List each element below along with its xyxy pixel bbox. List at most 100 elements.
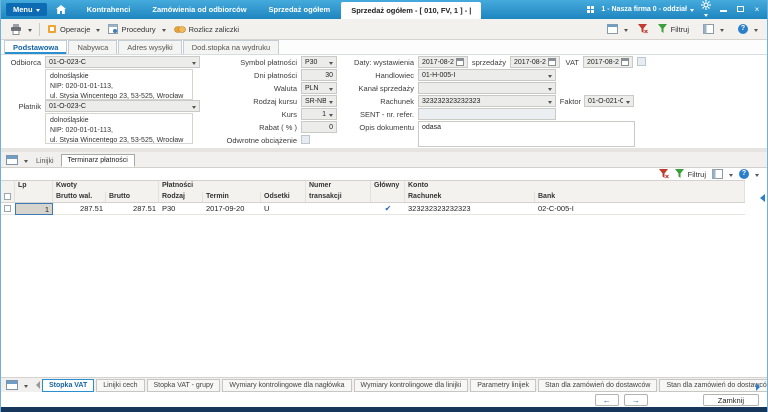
select-all-checkbox-cell[interactable] — [1, 192, 15, 202]
col-bank[interactable]: Bank — [535, 192, 745, 202]
layout-button[interactable] — [699, 22, 728, 36]
colgroup-platnosci[interactable]: Płatności — [159, 181, 306, 192]
cell-transakcji[interactable] — [306, 203, 371, 215]
cell-brutto[interactable]: 287.51 — [106, 203, 159, 215]
tab-adres-wysylki[interactable]: Adres wysyłki — [118, 40, 182, 54]
menu-button[interactable]: Menu — [6, 3, 47, 16]
clear-filter-icon[interactable] — [637, 24, 648, 34]
tab-podstawowa[interactable]: Podstawowa — [4, 40, 68, 54]
col-lp[interactable]: Lp — [15, 181, 53, 192]
calendar-icon[interactable] — [621, 58, 629, 66]
kanal-sprzedazy-select[interactable] — [418, 82, 556, 94]
document-header-form: Odbiorca 01-O-023-C dolnośląskie NIP: 02… — [1, 55, 767, 148]
colgroup-numer[interactable]: Numer — [306, 181, 371, 192]
bottom-dock-button[interactable] — [4, 380, 30, 390]
opis-dokumentu-textarea[interactable]: odasa — [418, 121, 635, 147]
tab-linijki-cech[interactable]: Linijki cech — [96, 378, 145, 392]
col-brutto[interactable]: Brutto — [106, 192, 159, 202]
close-window-button[interactable]: × — [752, 5, 762, 15]
collapse-panel-chevron-icon[interactable] — [756, 194, 765, 202]
tab-parametry-linijek[interactable]: Parametry linijek — [470, 378, 536, 392]
odwrotne-obciazenie-checkbox[interactable] — [301, 135, 310, 144]
rodzaj-kursu-label: Rodzaj kursu — [253, 97, 297, 106]
row-checkbox-cell[interactable] — [1, 203, 15, 215]
table-row[interactable]: 1 287.51 287.51 P30 2017-09-20 U ✔ 32323… — [1, 202, 745, 215]
nav-tab-sprzedaz[interactable]: Sprzedaż ogółem — [258, 5, 342, 14]
home-icon[interactable] — [55, 5, 66, 14]
tab-stopka-vat[interactable]: Stopka VAT — [42, 378, 95, 392]
grid-clear-filter-icon[interactable] — [658, 169, 669, 179]
rachunek-select[interactable]: 323232323232323 — [418, 95, 556, 107]
grid-filter-button[interactable]: Filtruj — [674, 169, 706, 179]
data-sprzedazy-field[interactable]: 2017-08-21 — [510, 56, 560, 68]
tab-linijki[interactable]: Linijki — [30, 156, 60, 167]
tab-wymiary-linijki[interactable]: Wymiary kontrolingowe dla linijki — [353, 378, 469, 392]
colgroup-konto[interactable]: Konto — [405, 181, 745, 192]
grid-layout-button[interactable] — [712, 169, 733, 179]
grid-toolbar: Filtruj ? — [658, 169, 759, 179]
col-odsetki[interactable]: Odsetki — [261, 192, 306, 202]
data-wystawienia-field[interactable]: 2017-08-21 — [418, 56, 468, 68]
prev-document-button[interactable]: ← — [594, 393, 619, 406]
colgroup-kwoty[interactable]: Kwoty — [53, 181, 159, 192]
tab-dod-stopka[interactable]: Dod.stopka na wydruku — [182, 40, 280, 54]
rozlicz-zaliczki-button[interactable]: Rozlicz zaliczki — [170, 23, 243, 36]
row-checkbox[interactable] — [4, 205, 11, 213]
procedury-button[interactable]: Procedury — [104, 22, 169, 36]
cell-odsetki[interactable]: U — [261, 203, 306, 215]
minimize-button[interactable] — [718, 5, 728, 15]
operacje-button[interactable]: Operacje — [43, 22, 104, 36]
odbiorca-select[interactable]: 01-O-023-C — [45, 56, 200, 68]
tab-stan-zamowien-dowod[interactable]: Stan dla zamówień do dostawców (dla dowo… — [659, 378, 767, 392]
calendar-icon[interactable] — [456, 58, 464, 66]
scroll-tabs-left-icon[interactable] — [32, 381, 40, 389]
tab-nabywca[interactable]: Nabywca — [68, 40, 118, 54]
print-button[interactable] — [6, 22, 36, 37]
vat-checkbox[interactable] — [637, 57, 646, 66]
active-document-tab[interactable]: Sprzedaż ogółem - [ 010, FV, 1 ] - | — [341, 2, 482, 19]
cell-rachunek[interactable]: 323232323232323 — [405, 203, 535, 215]
apps-grid-icon[interactable] — [587, 6, 595, 13]
col-rodzaj[interactable]: Rodzaj — [159, 192, 203, 202]
coins-icon — [173, 25, 186, 33]
sent-field[interactable] — [418, 108, 556, 120]
col-brutto-wal[interactable]: Brutto wal. — [53, 192, 106, 202]
tab-wymiary-naglowka[interactable]: Wymiary kontrolingowe dla nagłówka — [222, 378, 352, 392]
layout-icon — [703, 24, 714, 34]
cell-rodzaj[interactable]: P30 — [159, 203, 203, 215]
col-rachunek[interactable]: Rachunek — [405, 192, 535, 202]
kanal-sprzedazy-label: Kanał sprzedaży — [358, 84, 414, 93]
procedury-icon — [108, 24, 119, 34]
calendar-icon[interactable] — [548, 58, 556, 66]
col-glowny[interactable]: Główny — [371, 181, 405, 192]
settings-gear-icon[interactable] — [701, 0, 711, 19]
col-transakcji[interactable]: transakcji — [306, 192, 371, 202]
window-view-button[interactable] — [603, 22, 632, 36]
dock-panel-button[interactable] — [4, 155, 30, 167]
nav-tab-kontrahenci[interactable]: Kontrahenci — [76, 5, 142, 14]
company-selector[interactable]: 1 - Nasza firma 0 - oddział — [601, 6, 694, 13]
platnik-select[interactable]: 01-O-023-C — [45, 100, 200, 112]
col-termin[interactable]: Termin — [203, 192, 261, 202]
restore-button[interactable] — [735, 5, 745, 15]
data-vat-field[interactable]: 2017-08-21 — [583, 56, 633, 68]
filter-button[interactable]: Filtruj — [654, 22, 693, 36]
tab-stopka-vat-grupy[interactable]: Stopka VAT - grupy — [146, 378, 221, 392]
nav-tab-zamowienia[interactable]: Zamówienia od odbiorców — [141, 5, 257, 14]
grid-help-button[interactable]: ? — [739, 169, 759, 179]
faktor-select[interactable]: 01-O-021-C — [584, 95, 634, 107]
tab-stan-zamowien[interactable]: Stan dla zamówień do dostawców — [537, 378, 658, 392]
cell-lp[interactable]: 1 — [15, 202, 53, 215]
help-button[interactable]: ? — [734, 22, 762, 36]
next-document-button[interactable]: → — [623, 393, 648, 406]
scroll-tabs-right-icon[interactable] — [756, 383, 764, 391]
tab-terminarz-platnosci[interactable]: Terminarz płatności — [60, 154, 135, 167]
cell-brutto-wal[interactable]: 287.51 — [53, 203, 106, 215]
cell-termin[interactable]: 2017-09-20 — [203, 203, 261, 215]
cell-glowny-checkbox[interactable]: ✔ — [371, 203, 405, 215]
handlowiec-select[interactable]: 01-H-005-I — [418, 69, 556, 81]
close-button[interactable]: Zamknij — [702, 393, 759, 406]
select-all-checkbox[interactable] — [4, 193, 11, 200]
odbiorca-address: dolnośląskie NIP: 020-01-01-113, ul. Sty… — [45, 69, 193, 100]
cell-bank[interactable]: 02-C-005-I — [535, 203, 745, 215]
